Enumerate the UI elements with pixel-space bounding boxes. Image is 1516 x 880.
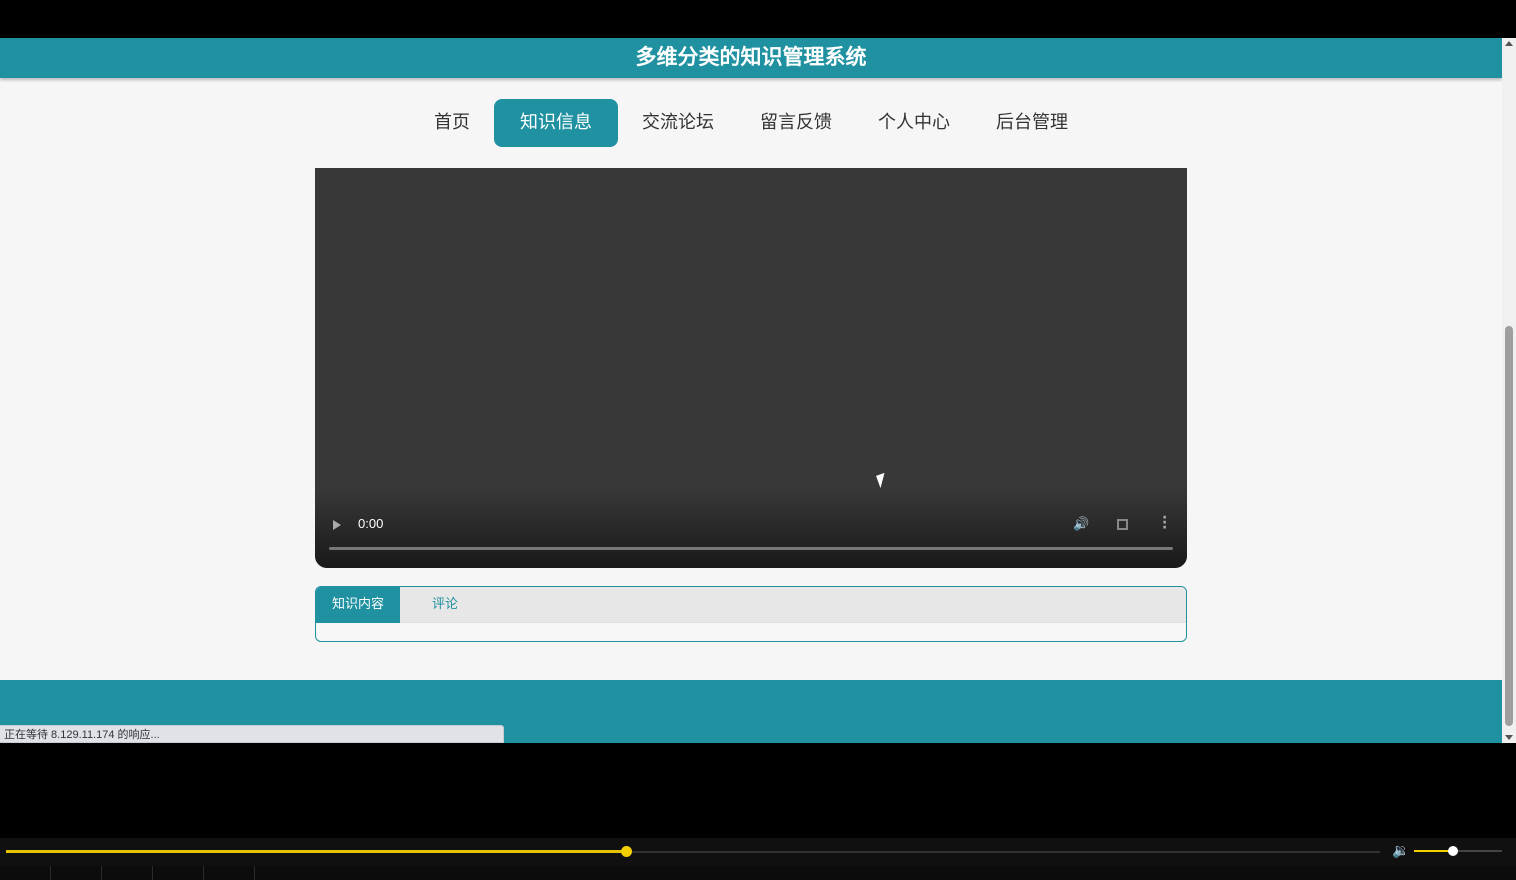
site-title: 多维分类的知识管理系统 xyxy=(635,45,867,69)
video-time: 0:00 xyxy=(358,516,384,531)
taskbar-item[interactable] xyxy=(51,866,102,880)
fullscreen-icon[interactable] xyxy=(1117,519,1128,530)
nav-item-home[interactable]: 首页 xyxy=(412,99,492,147)
browser-viewport: 多维分类的知识管理系统 首页 知识信息 交流论坛 留言反馈 个人中心 后台管理 … xyxy=(0,38,1502,743)
main-nav: 首页 知识信息 交流论坛 留言反馈 个人中心 后台管理 xyxy=(0,99,1502,147)
more-options-icon[interactable]: · · · xyxy=(1162,511,1167,535)
tab-bar: 知识内容 评论 xyxy=(316,587,1186,623)
site-header: 多维分类的知识管理系统 xyxy=(0,38,1502,78)
taskbar-item[interactable] xyxy=(102,866,153,880)
video-player[interactable]: 0:00 🔊 · · · xyxy=(315,168,1187,568)
scroll-up-icon[interactable] xyxy=(1505,41,1513,46)
media-player-bar: 🔉 xyxy=(0,838,1516,866)
browser-status-bar: 正在等待 8.129.11.174 的响应... xyxy=(0,725,504,743)
play-icon[interactable] xyxy=(333,520,341,530)
video-progress-bar[interactable] xyxy=(329,547,1173,550)
scroll-down-icon[interactable] xyxy=(1505,735,1513,740)
taskbar-item[interactable] xyxy=(204,866,255,880)
volume-knob[interactable] xyxy=(1448,846,1458,856)
nav-item-knowledge[interactable]: 知识信息 xyxy=(494,99,618,147)
nav-item-forum[interactable]: 交流论坛 xyxy=(620,99,736,147)
taskbar-item[interactable] xyxy=(0,866,51,880)
nav-item-admin[interactable]: 后台管理 xyxy=(974,99,1090,147)
video-controls-overlay xyxy=(315,488,1187,568)
seek-fill xyxy=(6,850,626,853)
nav-item-feedback[interactable]: 留言反馈 xyxy=(738,99,854,147)
tab-comments[interactable]: 评论 xyxy=(400,587,474,623)
tabs-panel: 知识内容 评论 xyxy=(315,586,1187,642)
nav-item-profile[interactable]: 个人中心 xyxy=(856,99,972,147)
taskbar-item[interactable] xyxy=(153,866,204,880)
seek-knob[interactable] xyxy=(621,846,632,857)
taskbar xyxy=(0,866,1516,880)
volume-icon[interactable]: 🔊 xyxy=(1073,517,1089,532)
tab-knowledge-content[interactable]: 知识内容 xyxy=(316,587,401,623)
speaker-icon[interactable]: 🔉 xyxy=(1392,843,1409,859)
page-scrollbar[interactable] xyxy=(1502,38,1516,743)
scrollbar-thumb[interactable] xyxy=(1505,326,1513,726)
